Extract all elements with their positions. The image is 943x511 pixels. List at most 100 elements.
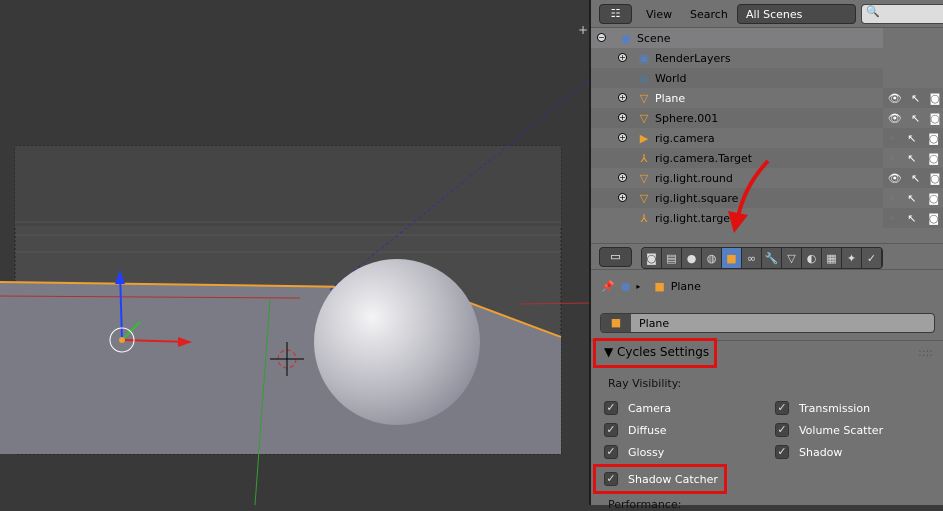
outliner-item[interactable]: + ▶ rig.camera (591, 128, 883, 148)
mesh-icon: ▽ (639, 191, 649, 205)
eye-icon[interactable]: ◦ (889, 212, 896, 225)
checkbox-label: Glossy (628, 445, 665, 459)
breadcrumb: 📌 ● ▸ ■ Plane (601, 280, 701, 293)
svg-text:+: + (578, 23, 588, 37)
outliner-item[interactable]: − ● Scene (591, 28, 883, 48)
physics-tab-icon[interactable]: ✓ (862, 248, 882, 268)
render-icon[interactable]: ◙ (930, 112, 941, 125)
outliner-item-label: Scene (637, 31, 671, 45)
render-tab-icon[interactable]: ◙ (642, 248, 662, 268)
eye-icon[interactable]: ◦ (889, 192, 896, 205)
cursor-icon[interactable]: ↖ (907, 192, 916, 205)
search-input[interactable]: 🔍 (861, 4, 943, 24)
render-icon[interactable]: ◙ (930, 92, 941, 105)
outliner-item-label: Plane (655, 91, 686, 105)
check-icon: ✓ (604, 423, 618, 437)
object-name-field[interactable]: ■ Plane (600, 313, 935, 333)
ray-visibility-checkbox[interactable]: ✓ Transmission (775, 401, 870, 415)
check-icon: ✓ (775, 401, 789, 415)
outliner-item[interactable]: ◍ World (591, 68, 883, 88)
outliner-item[interactable]: + ▣ RenderLayers (591, 48, 883, 68)
eye-icon[interactable]: 👁 (888, 112, 902, 125)
3d-viewport[interactable]: + (0, 0, 589, 505)
expand-icon[interactable]: + (618, 173, 627, 182)
search-icon: 🔍 (866, 5, 880, 18)
checkbox-label: Diffuse (628, 423, 667, 437)
checkbox-label: Camera (628, 401, 672, 415)
editor-type-button[interactable]: ▭ (599, 247, 632, 267)
outliner-item[interactable]: + ▽ Sphere.001 (591, 108, 883, 128)
ray-visibility-checkbox[interactable]: ✓ Volume Scatter (775, 423, 883, 437)
search-menu[interactable]: Search (690, 8, 728, 21)
cursor-icon[interactable]: ↖ (911, 112, 920, 125)
drag-handle-icon[interactable]: :::: (918, 346, 933, 359)
cursor-icon[interactable]: ↖ (911, 92, 920, 105)
highlight-box (593, 464, 727, 494)
empty-icon: ⅄ (640, 211, 648, 225)
check-icon: ✓ (775, 423, 789, 437)
eye-icon[interactable]: 👁 (888, 172, 902, 185)
outliner-item-label: Sphere.001 (655, 111, 719, 125)
highlight-box (593, 338, 717, 368)
outliner-item-label: World (655, 71, 687, 85)
viewport-scene: + (0, 23, 589, 505)
outliner-header: ☷ View Search All Scenes 🔍 (591, 0, 943, 28)
scene-select[interactable]: All Scenes (737, 4, 856, 24)
render-icon[interactable]: ◙ (930, 172, 941, 185)
scene-select-value: All Scenes (746, 8, 803, 21)
view-menu[interactable]: View (646, 8, 672, 21)
outliner-item-label: rig.camera (655, 131, 715, 145)
ray-visibility-checkbox[interactable]: ✓ Glossy (604, 445, 664, 459)
render-icon[interactable]: ◙ (928, 132, 939, 145)
check-icon: ✓ (604, 401, 618, 415)
expand-icon[interactable]: + (618, 53, 627, 62)
pin-icon[interactable]: 📌 (601, 280, 615, 293)
mesh-icon: ▽ (639, 171, 649, 185)
editor-type-button[interactable]: ☷ (599, 4, 632, 24)
render-icon[interactable]: ◙ (928, 212, 939, 225)
scene-icon: ● (620, 280, 631, 293)
material-tab-icon[interactable]: ◐ (802, 248, 822, 268)
collapse-icon[interactable]: − (597, 33, 606, 42)
expand-icon[interactable]: + (618, 113, 627, 122)
world-tab-icon[interactable]: ◍ (702, 248, 722, 268)
eye-icon[interactable]: ◦ (889, 132, 896, 145)
texture-tab-icon[interactable]: ▦ (822, 248, 842, 268)
render-icon[interactable]: ◙ (928, 192, 939, 205)
check-icon: ✓ (604, 445, 618, 459)
properties-tabs: ◙ ▤ ● ◍ ■ ∞ 🔧 ▽ ◐ ▦ ✦ ✓ (641, 247, 883, 269)
modifiers-tab-icon[interactable]: 🔧 (762, 248, 782, 268)
object-name-value: Plane (639, 316, 670, 330)
ray-visibility-checkbox[interactable]: ✓ Camera (604, 401, 671, 415)
object-tab-icon[interactable]: ■ (722, 248, 742, 268)
cursor-icon[interactable]: ↖ (907, 212, 916, 225)
outliner-item-label: RenderLayers (655, 51, 731, 65)
checkbox-label: Volume Scatter (799, 423, 884, 437)
outliner-item[interactable]: + ▽ Plane (591, 88, 883, 108)
expand-icon[interactable]: + (618, 133, 627, 142)
cursor-icon[interactable]: ↖ (907, 132, 916, 145)
mesh-icon: ▽ (639, 111, 649, 125)
scene-tab-icon[interactable]: ● (682, 248, 702, 268)
checkbox-label: Shadow (799, 445, 843, 459)
ray-visibility-checkbox[interactable]: ✓ Diffuse (604, 423, 667, 437)
properties-header: ▭ ◙ ▤ ● ◍ ■ ∞ 🔧 ▽ ◐ ▦ ✦ ✓ (591, 243, 943, 270)
data-tab-icon[interactable]: ▽ (782, 248, 802, 268)
eye-icon[interactable]: 👁 (888, 92, 902, 105)
object-icon[interactable]: ■ (601, 314, 631, 332)
render-icon[interactable]: ◙ (928, 152, 939, 165)
cursor-icon[interactable]: ↖ (907, 152, 916, 165)
render-layers-tab-icon[interactable]: ▤ (662, 248, 682, 268)
render-layers-icon: ▣ (638, 51, 650, 65)
breadcrumb-object: Plane (670, 280, 701, 293)
expand-icon[interactable]: + (618, 93, 627, 102)
expand-icon[interactable]: + (618, 193, 627, 202)
camera-icon: ▶ (639, 131, 649, 145)
constraints-tab-icon[interactable]: ∞ (742, 248, 762, 268)
eye-icon[interactable]: ◦ (889, 152, 896, 165)
restrict-columns: 👁 ↖ ◙ 👁 ↖ ◙ ◦ ↖ ◙ ◦ ↖ ◙ 👁 ↖ ◙ ◦ ↖ ◙ ◦ ↖ ◙ (883, 28, 943, 228)
cursor-icon[interactable]: ↖ (911, 172, 920, 185)
particles-tab-icon[interactable]: ✦ (842, 248, 862, 268)
check-icon: ✓ (775, 445, 789, 459)
ray-visibility-checkbox[interactable]: ✓ Shadow (775, 445, 842, 459)
